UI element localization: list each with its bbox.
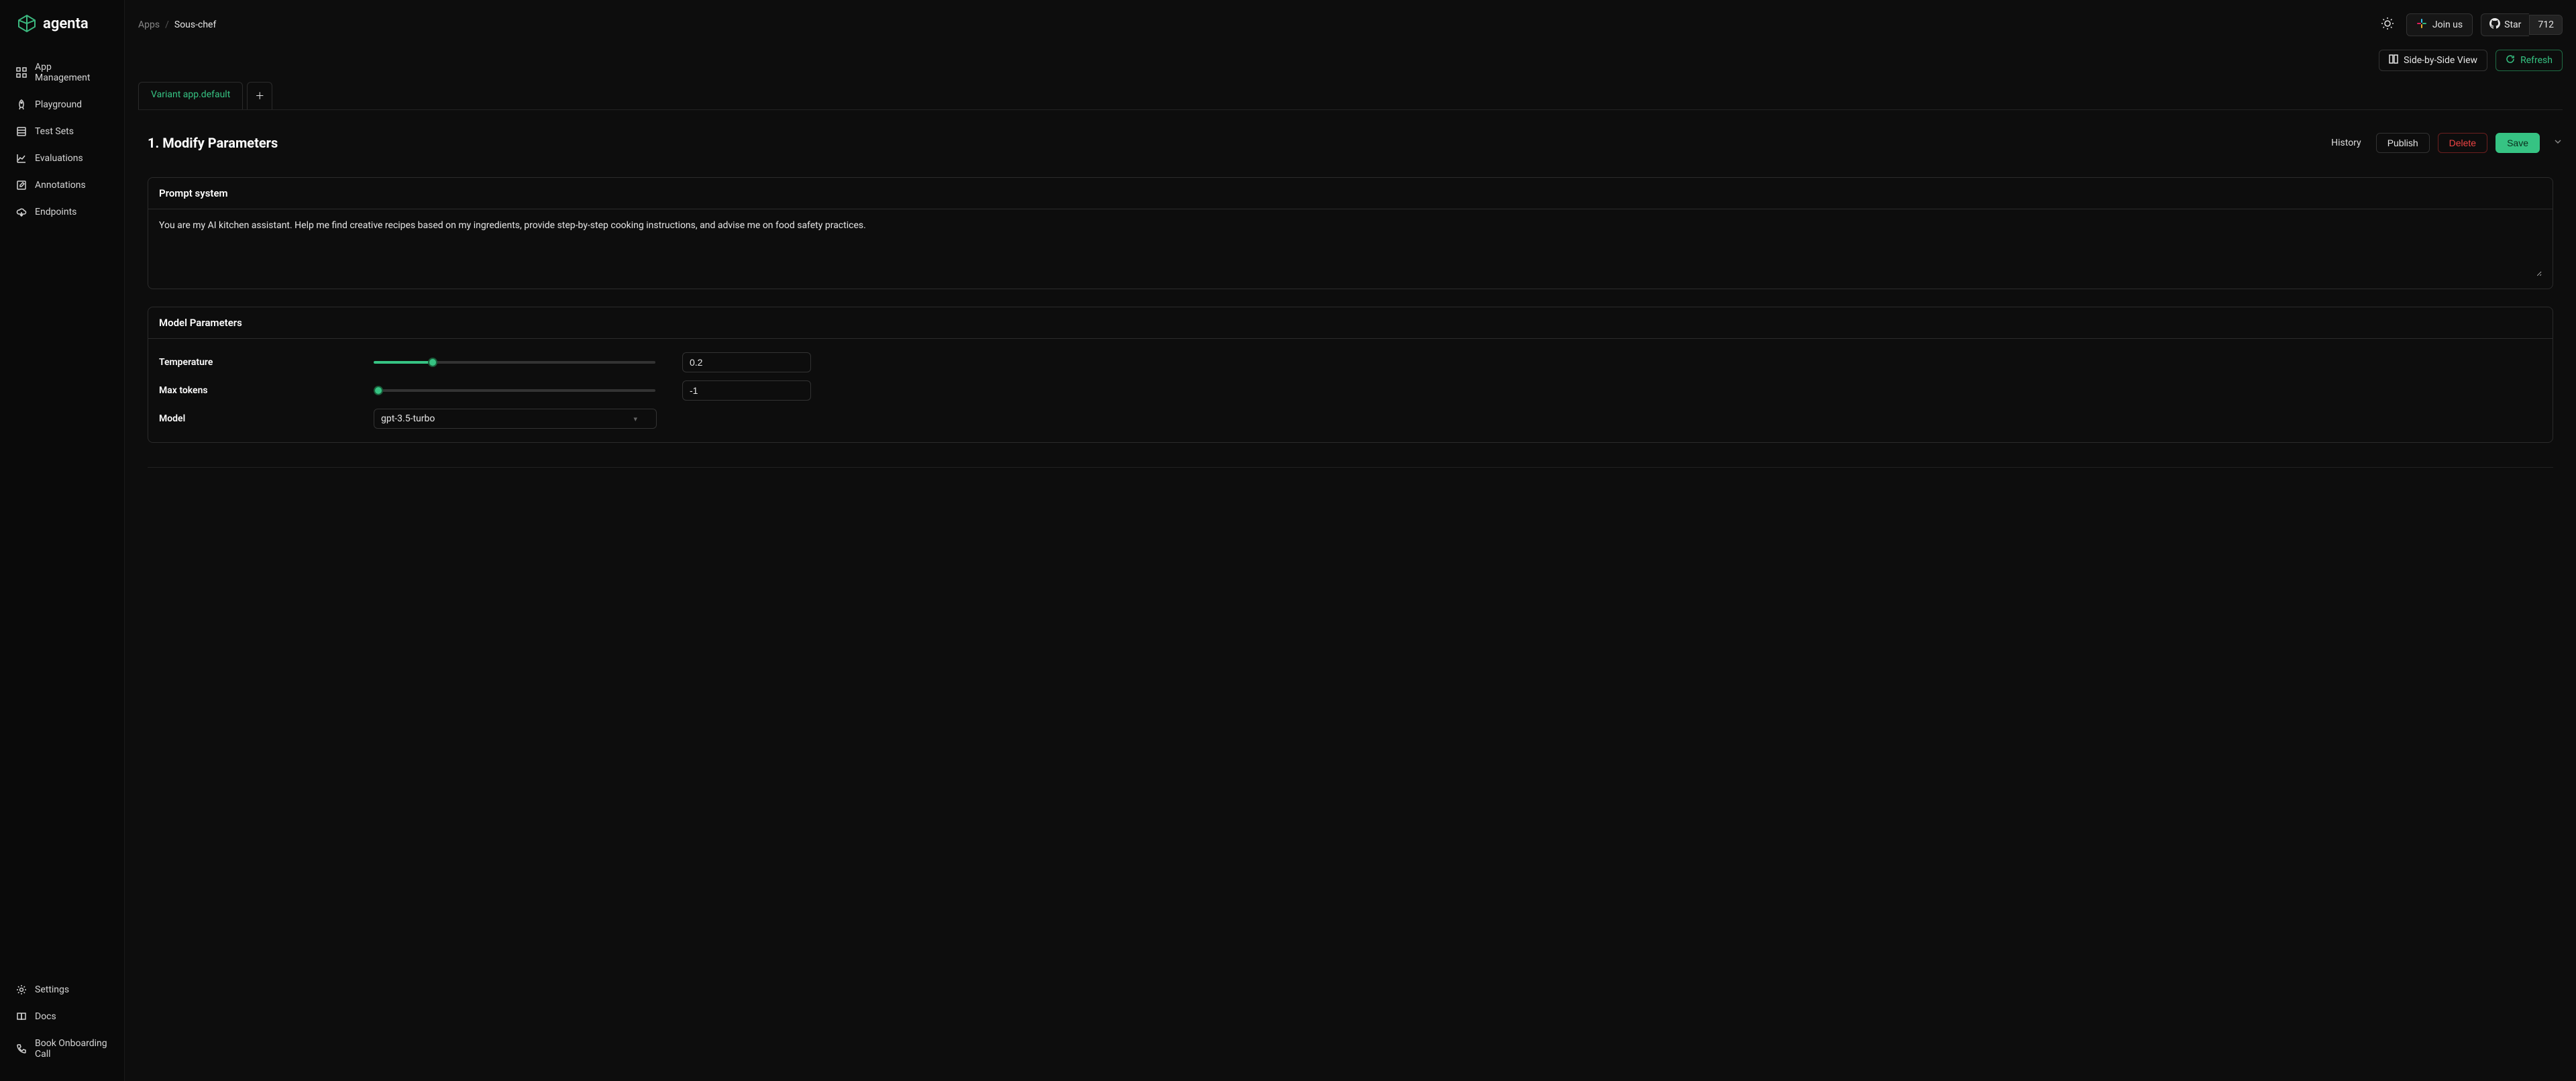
topbar-actions: Join us Star 712: [2377, 13, 2563, 36]
section-actions: History Publish Delete Save: [2324, 133, 2563, 153]
star-label: Star: [2504, 19, 2521, 30]
model-label: Model: [159, 413, 360, 424]
breadcrumb-root[interactable]: Apps: [138, 19, 160, 30]
model-row: Model gpt-3.5-turbo ▾: [159, 405, 2542, 433]
gear-icon: [16, 984, 27, 995]
divider: [148, 467, 2553, 468]
sidebar-item-playground[interactable]: Playground: [5, 91, 119, 118]
join-us-button[interactable]: Join us: [2406, 13, 2473, 36]
temperature-slider[interactable]: [374, 361, 655, 364]
max-tokens-label: Max tokens: [159, 385, 360, 396]
github-star-button[interactable]: Star: [2481, 13, 2529, 36]
main-content: Apps / Sous-chef Join us: [125, 0, 2576, 1081]
max-tokens-value-input[interactable]: [682, 380, 811, 401]
github-star-group: Star 712: [2481, 13, 2563, 36]
tab-add-button[interactable]: ＋: [247, 82, 272, 109]
sidebar-item-evaluations[interactable]: Evaluations: [5, 145, 119, 172]
sidebar-item-app-management[interactable]: App Management: [5, 54, 119, 91]
github-star-count[interactable]: 712: [2529, 15, 2563, 35]
logo-text: agenta: [43, 15, 89, 32]
breadcrumb-current: Sous-chef: [174, 19, 216, 30]
refresh-icon: [2506, 54, 2515, 66]
slack-icon: [2416, 18, 2427, 32]
chevron-down-icon: [2553, 138, 2563, 149]
refresh-label: Refresh: [2520, 55, 2553, 66]
temperature-value-input[interactable]: [682, 352, 811, 372]
refresh-button[interactable]: Refresh: [2496, 50, 2563, 71]
sidebar-item-label: Evaluations: [35, 153, 83, 164]
delete-button[interactable]: Delete: [2438, 133, 2487, 153]
collapse-toggle[interactable]: [2553, 137, 2563, 149]
edit-icon: [16, 180, 27, 191]
side-by-side-button[interactable]: Side-by-Side View: [2379, 50, 2487, 71]
database-icon: [16, 126, 27, 137]
sidebar-item-label: Test Sets: [35, 126, 74, 137]
layout-icon: [2389, 54, 2398, 66]
history-button[interactable]: History: [2324, 134, 2368, 152]
variant-tabs: Variant app.default ＋: [138, 82, 2563, 110]
book-icon: [16, 1011, 27, 1022]
sidebar-item-label: Book Onboarding Call: [35, 1038, 108, 1060]
nav-main: App Management Playground Test Sets Eval…: [0, 54, 124, 225]
sidebar-item-settings[interactable]: Settings: [5, 976, 119, 1003]
sidebar-item-test-sets[interactable]: Test Sets: [5, 118, 119, 145]
publish-button[interactable]: Publish: [2376, 133, 2430, 153]
prompt-system-input[interactable]: [159, 219, 2542, 276]
prompt-card: Prompt system: [148, 177, 2553, 289]
tab-label: Variant app.default: [151, 89, 230, 100]
join-us-label: Join us: [2432, 19, 2463, 30]
sidebar-item-onboarding-call[interactable]: Book Onboarding Call: [5, 1030, 119, 1068]
cloud-icon: [16, 207, 27, 217]
sidebar-item-endpoints[interactable]: Endpoints: [5, 199, 119, 225]
sidebar-item-label: Playground: [35, 99, 82, 110]
logo-icon: [16, 13, 38, 34]
theme-toggle-button[interactable]: [2377, 14, 2398, 36]
sidebar-item-label: Docs: [35, 1011, 56, 1022]
nav-bottom: Settings Docs Book Onboarding Call: [0, 976, 124, 1068]
max-tokens-slider[interactable]: [374, 389, 655, 392]
chevron-down-icon: ▾: [633, 415, 637, 423]
breadcrumb-separator: /: [165, 19, 169, 30]
github-icon: [2489, 18, 2500, 32]
sidebar-item-label: Settings: [35, 984, 69, 995]
sidebar: agenta App Management Playground Test Se…: [0, 0, 125, 1081]
model-select-value: gpt-3.5-turbo: [381, 413, 435, 424]
phone-icon: [16, 1043, 27, 1054]
breadcrumb: Apps / Sous-chef: [138, 19, 216, 30]
tab-variant-default[interactable]: Variant app.default: [138, 82, 243, 109]
temperature-label: Temperature: [159, 357, 360, 368]
sidebar-item-label: Endpoints: [35, 207, 76, 217]
max-tokens-row: Max tokens: [159, 376, 2542, 405]
save-button[interactable]: Save: [2496, 133, 2540, 153]
sun-icon: [2381, 17, 2394, 33]
sidebar-item-label: Annotations: [35, 180, 86, 191]
sidebar-item-annotations[interactable]: Annotations: [5, 172, 119, 199]
model-params-title: Model Parameters: [148, 307, 2553, 339]
topbar: Apps / Sous-chef Join us: [138, 13, 2563, 50]
side-by-side-label: Side-by-Side View: [2404, 55, 2477, 66]
sidebar-item-docs[interactable]: Docs: [5, 1003, 119, 1030]
view-toolbar: Side-by-Side View Refresh: [138, 50, 2563, 82]
section-title: 1. Modify Parameters: [148, 135, 278, 151]
grid-icon: [16, 67, 27, 78]
model-select[interactable]: gpt-3.5-turbo ▾: [374, 409, 657, 429]
logo[interactable]: agenta: [0, 13, 124, 54]
section-header: 1. Modify Parameters History Publish Del…: [138, 110, 2563, 160]
temperature-row: Temperature: [159, 348, 2542, 376]
sidebar-item-label: App Management: [35, 62, 108, 83]
model-params-card: Model Parameters Temperature Max tokens: [148, 307, 2553, 443]
chart-icon: [16, 153, 27, 164]
rocket-icon: [16, 99, 27, 110]
plus-icon: ＋: [255, 89, 264, 103]
prompt-card-title: Prompt system: [148, 178, 2553, 209]
